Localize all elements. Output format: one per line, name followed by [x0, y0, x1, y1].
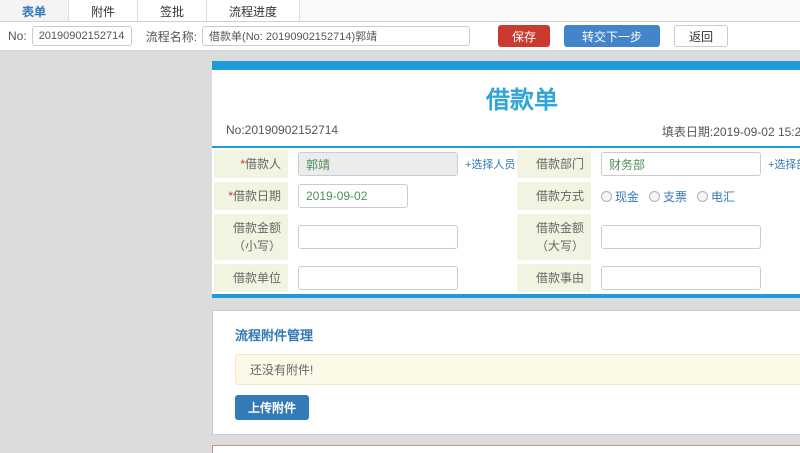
loan-method-label-text: 借款方式: [535, 189, 584, 203]
loan-form-card: 借款单 No:20190902152714 填表日期:2019-09-02 15…: [212, 61, 800, 298]
borrower-input[interactable]: [298, 152, 458, 176]
process-name-input[interactable]: [202, 26, 471, 46]
department-label-text: 借款部门: [535, 157, 584, 171]
amount-uppercase-label: 借款金额（大写）: [515, 212, 593, 262]
loan-unit-label: 借款单位: [212, 262, 290, 294]
select-department-link[interactable]: +选择部门: [768, 156, 800, 172]
method-wire-label: 电汇: [711, 189, 736, 204]
forward-next-step-button[interactable]: 转交下一步: [564, 25, 661, 47]
form-meta-row: No:20190902152714 填表日期:2019-09-02 15:27:…: [212, 121, 800, 146]
loan-date-input[interactable]: [298, 184, 408, 208]
tab-form[interactable]: 表单: [0, 0, 70, 21]
process-no-input[interactable]: [31, 26, 132, 46]
amount-lowercase-input[interactable]: [298, 225, 458, 249]
attachment-section-title: 流程附件管理: [235, 328, 314, 343]
amount-uppercase-label-text: 借款金额（大写）: [535, 221, 584, 253]
no-label: No:: [8, 29, 27, 43]
department-label: 借款部门: [515, 148, 593, 180]
amount-lowercase-label-text: 借款金额（小写）: [232, 221, 281, 253]
loan-date-label: * 借款日期: [212, 180, 290, 212]
loan-method-radios: 现金 支票 电汇: [601, 188, 735, 205]
loan-date-label-text: 借款日期: [232, 189, 281, 203]
loan-form-grid: * 借款人 +选择人员 借款部门 +选择部门 * 借款日期: [212, 148, 800, 294]
loan-reason-input[interactable]: [601, 266, 761, 290]
page-title: 借款单: [486, 87, 558, 114]
amount-lowercase-label: 借款金额（小写）: [212, 212, 290, 262]
attachment-section: 流程附件管理 还没有附件! 上传附件: [212, 310, 800, 435]
top-accent-bar: [212, 61, 800, 70]
borrower-label: * 借款人: [212, 148, 290, 180]
bottom-accent-bar: [212, 294, 800, 298]
loan-method-label: 借款方式: [515, 180, 593, 212]
process-name-label: 流程名称:: [145, 29, 198, 44]
loan-reason-label: 借款事由: [515, 262, 593, 294]
loan-unit-input[interactable]: [298, 266, 458, 290]
form-date-text: 填表日期:2019-09-02 15:27:1: [661, 125, 800, 139]
tab-approval[interactable]: 签批: [138, 0, 208, 21]
radio-icon: [697, 190, 709, 202]
form-no-text: No:20190902152714: [226, 123, 339, 137]
department-input[interactable]: [601, 152, 761, 176]
approval-section: 流程签批意见 B I abc ✗ ∞ ∞ ⚑ ≡ ≣ « »: [212, 445, 800, 453]
no-attachment-alert: 还没有附件!: [235, 354, 800, 385]
radio-icon: [601, 190, 612, 202]
upload-attachment-button[interactable]: 上传附件: [235, 395, 310, 420]
amount-uppercase-input[interactable]: [601, 225, 761, 249]
method-option-cash[interactable]: 现金: [601, 188, 639, 205]
select-person-link[interactable]: +选择人员: [465, 156, 515, 172]
radio-icon: [649, 190, 661, 202]
method-option-wire[interactable]: 电汇: [697, 188, 735, 205]
method-cash-label: 现金: [615, 189, 640, 204]
borrower-label-text: 借款人: [244, 157, 281, 171]
tab-attachments[interactable]: 附件: [69, 0, 139, 21]
save-button[interactable]: 保存: [498, 25, 551, 47]
process-toolbar: No: 流程名称: 保存 转交下一步 返回: [0, 22, 800, 51]
page-background: 借款单 No:20190902152714 填表日期:2019-09-02 15…: [0, 51, 800, 453]
loan-unit-label-text: 借款单位: [232, 271, 281, 285]
loan-reason-label-text: 借款事由: [535, 271, 584, 285]
form-panel: 借款单 No:20190902152714 填表日期:2019-09-02 15…: [212, 61, 800, 453]
tab-process-progress[interactable]: 流程进度: [207, 0, 301, 21]
method-cheque-label: 支票: [663, 189, 688, 204]
back-button[interactable]: 返回: [674, 25, 729, 47]
method-option-cheque[interactable]: 支票: [649, 188, 687, 205]
tab-bar: 表单 附件 签批 流程进度: [0, 0, 800, 22]
